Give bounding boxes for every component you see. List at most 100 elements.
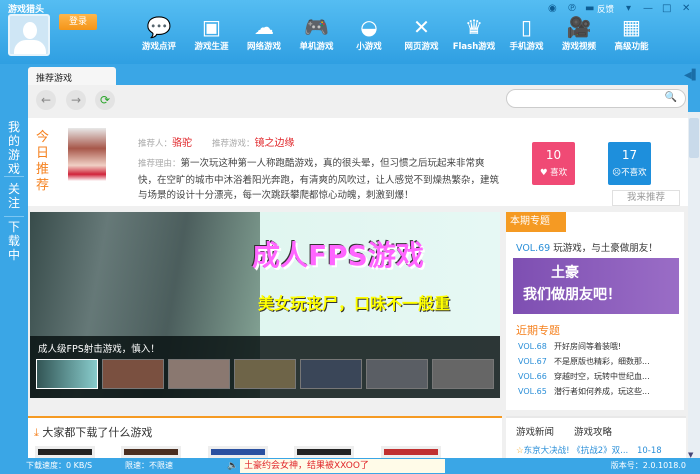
like-label: 喜欢 bbox=[550, 168, 568, 178]
download-thumb[interactable] bbox=[121, 446, 181, 458]
divider bbox=[4, 176, 24, 177]
nav-label: 游戏生涯 bbox=[194, 42, 229, 52]
dislike-button[interactable]: 17 ☹不喜欢 bbox=[608, 142, 651, 185]
nav-2[interactable]: ☁ 网络游戏 bbox=[238, 14, 290, 52]
banner-thumb[interactable] bbox=[36, 359, 98, 389]
search-icon[interactable]: 🔍 bbox=[665, 92, 677, 103]
download-speed: 下载速度：0 KB/S bbox=[26, 461, 93, 470]
tab-game-guides[interactable]: 游戏攻略 bbox=[574, 424, 612, 438]
download-thumb[interactable] bbox=[208, 446, 268, 458]
version: 版本号：2.0.1018.0 bbox=[610, 461, 686, 470]
nav-8[interactable]: 🎥 游戏视频 bbox=[553, 14, 605, 52]
recommender-name[interactable]: 骆驼 bbox=[172, 138, 192, 149]
login-button[interactable]: 登录 bbox=[59, 14, 97, 30]
banner-thumb[interactable] bbox=[168, 359, 230, 389]
crossed-swords-icon: ✕ bbox=[413, 15, 430, 39]
close-icon[interactable]: ✕ bbox=[682, 3, 690, 14]
sad-face-icon: ☹ bbox=[612, 168, 622, 178]
news-item[interactable]: ☆东京大决战! 《抗战2》双... 10-18 bbox=[516, 444, 662, 456]
scrollbar-thumb[interactable] bbox=[689, 118, 699, 158]
refresh-button[interactable]: ⟳ bbox=[95, 90, 115, 110]
nav-3[interactable]: 🎮 单机游戏 bbox=[291, 14, 343, 52]
like-count: 10 bbox=[545, 148, 562, 162]
sidebar-item-my-games[interactable]: 我的游戏 bbox=[6, 120, 22, 176]
speed-limit[interactable]: 限速：不限速 bbox=[125, 458, 173, 474]
recent-vol: VOL.67 bbox=[518, 357, 547, 366]
nav-label: Flash游戏 bbox=[452, 42, 496, 52]
nav-9[interactable]: ▦ 高级功能 bbox=[606, 14, 658, 52]
download-thumb[interactable] bbox=[381, 446, 441, 458]
download-thumb[interactable] bbox=[294, 446, 354, 458]
recent-vol: VOL.68 bbox=[518, 342, 547, 351]
nav-label: 游戏点评 bbox=[141, 42, 176, 52]
weibo-icon[interactable]: ◉ bbox=[548, 3, 557, 14]
back-button[interactable]: ← bbox=[36, 90, 56, 110]
game-line: 推荐游戏：镜之边缘 bbox=[212, 134, 295, 149]
banner-thumb[interactable] bbox=[300, 359, 362, 389]
recent-vol: VOL.66 bbox=[518, 372, 547, 381]
nav-1[interactable]: ▣ 游戏生涯 bbox=[186, 14, 238, 52]
banner-thumb[interactable] bbox=[102, 359, 164, 389]
news-date: 10-18 bbox=[636, 446, 662, 456]
banner-caption: 成人级FPS射击游戏，慎入！ bbox=[38, 344, 160, 355]
current-topic[interactable]: VOL.69 玩游戏，与土豪做朋友！ bbox=[516, 240, 658, 254]
video-camera-icon: 🎥 bbox=[566, 15, 592, 39]
nav-4[interactable]: ◒ 小游戏 bbox=[343, 14, 395, 52]
nav-6[interactable]: ♛ Flash游戏 bbox=[448, 14, 500, 52]
heart-icon: ♥ bbox=[539, 168, 551, 178]
nav-5[interactable]: ✕ 网页游戏 bbox=[396, 14, 448, 52]
sidebar-item-follow[interactable]: 关注 bbox=[6, 182, 22, 210]
nav-label: 游戏视频 bbox=[561, 42, 596, 52]
phone-icon: ▯ bbox=[520, 15, 532, 39]
p-icon[interactable]: ℗ bbox=[567, 3, 577, 14]
avatar[interactable] bbox=[8, 14, 50, 56]
nav-label: 小游戏 bbox=[356, 42, 382, 52]
feedback-icon[interactable]: ▬ bbox=[585, 3, 594, 14]
cube-icon: ▦ bbox=[622, 15, 641, 39]
sidebar-item-downloading[interactable]: 下载中 bbox=[6, 220, 22, 262]
topic-header: 本期专题 bbox=[506, 212, 566, 232]
recent-title: 潜行者如何养成，玩这些... bbox=[554, 387, 650, 396]
banner[interactable]: 成人FPS游戏 美女玩丧尸，口味不一般重 成人级FPS射击游戏，慎入！ bbox=[30, 212, 500, 398]
scrollbar[interactable] bbox=[688, 112, 700, 458]
feedback-label[interactable]: 反馈 bbox=[597, 3, 614, 15]
forward-button[interactable]: → bbox=[66, 90, 86, 110]
tab-game-news[interactable]: 游戏新闻 bbox=[516, 424, 554, 438]
news-title: 东京大决战! 《抗战2》双... bbox=[523, 446, 629, 456]
recent-topic-item[interactable]: VOL.67 不是原版也精彩，细数那... bbox=[518, 356, 650, 367]
search-input[interactable]: 🔍 bbox=[506, 89, 686, 108]
like-button[interactable]: 10 ♥ 喜欢 bbox=[532, 142, 575, 185]
recent-topic-item[interactable]: VOL.68 开好房间等着装哦! bbox=[518, 341, 621, 352]
topic-vol: VOL.69 bbox=[516, 243, 551, 254]
banner-thumb[interactable] bbox=[432, 359, 494, 389]
recommend-button[interactable]: 我来推荐 bbox=[612, 190, 680, 206]
recent-title: 开好房间等着装哦! bbox=[554, 342, 622, 351]
banner-title: 成人FPS游戏 bbox=[252, 239, 424, 272]
recent-topic-item[interactable]: VOL.65 潜行者如何养成，玩这些... bbox=[518, 386, 650, 397]
reason-label: 推荐理由： bbox=[138, 159, 181, 169]
reason: 推荐理由：第一次玩这种第一人称跑酷游戏，真的很头晕，但习惯之后玩起来非常爽快，在… bbox=[138, 156, 503, 204]
minimize-icon[interactable]: — bbox=[643, 3, 653, 14]
news-ticker[interactable]: 土豪约会女神，结果被XXOO了 bbox=[240, 459, 445, 473]
speaker-icon[interactable]: 🔈 bbox=[227, 458, 238, 474]
game-cover[interactable] bbox=[68, 128, 106, 196]
collapse-icon[interactable]: ◀▌ bbox=[684, 70, 699, 81]
nav-label: 网络游戏 bbox=[246, 42, 281, 52]
maximize-icon[interactable]: □ bbox=[662, 3, 671, 14]
topic-title: 玩游戏，与土豪做朋友！ bbox=[553, 243, 658, 254]
banner-thumb[interactable] bbox=[366, 359, 428, 389]
nav-0[interactable]: 💬 游戏点评 bbox=[133, 14, 185, 52]
recommender-line: 推荐人：骆驼 bbox=[138, 134, 192, 149]
tab-recommended[interactable]: 推荐游戏 bbox=[28, 67, 116, 86]
game-name[interactable]: 镜之边缘 bbox=[255, 138, 295, 149]
recent-topic-item[interactable]: VOL.66 穿越时空，玩转中世纪血... bbox=[518, 371, 650, 382]
nav-7[interactable]: ▯ 手机游戏 bbox=[501, 14, 553, 52]
download-icon: ⤓ bbox=[34, 426, 39, 439]
download-thumb[interactable] bbox=[35, 446, 95, 458]
dislike-label: 不喜欢 bbox=[621, 168, 647, 178]
downloads-title-text: 大家都下载了什么游戏 bbox=[42, 426, 153, 439]
banner-subtitle: 美女玩丧尸，口味不一般重 bbox=[258, 294, 451, 313]
banner-thumb[interactable] bbox=[234, 359, 296, 389]
menu-icon[interactable]: ▾ bbox=[626, 3, 631, 14]
topic-promo-image[interactable]: 土豪 我们做朋友吧！ bbox=[513, 258, 679, 314]
